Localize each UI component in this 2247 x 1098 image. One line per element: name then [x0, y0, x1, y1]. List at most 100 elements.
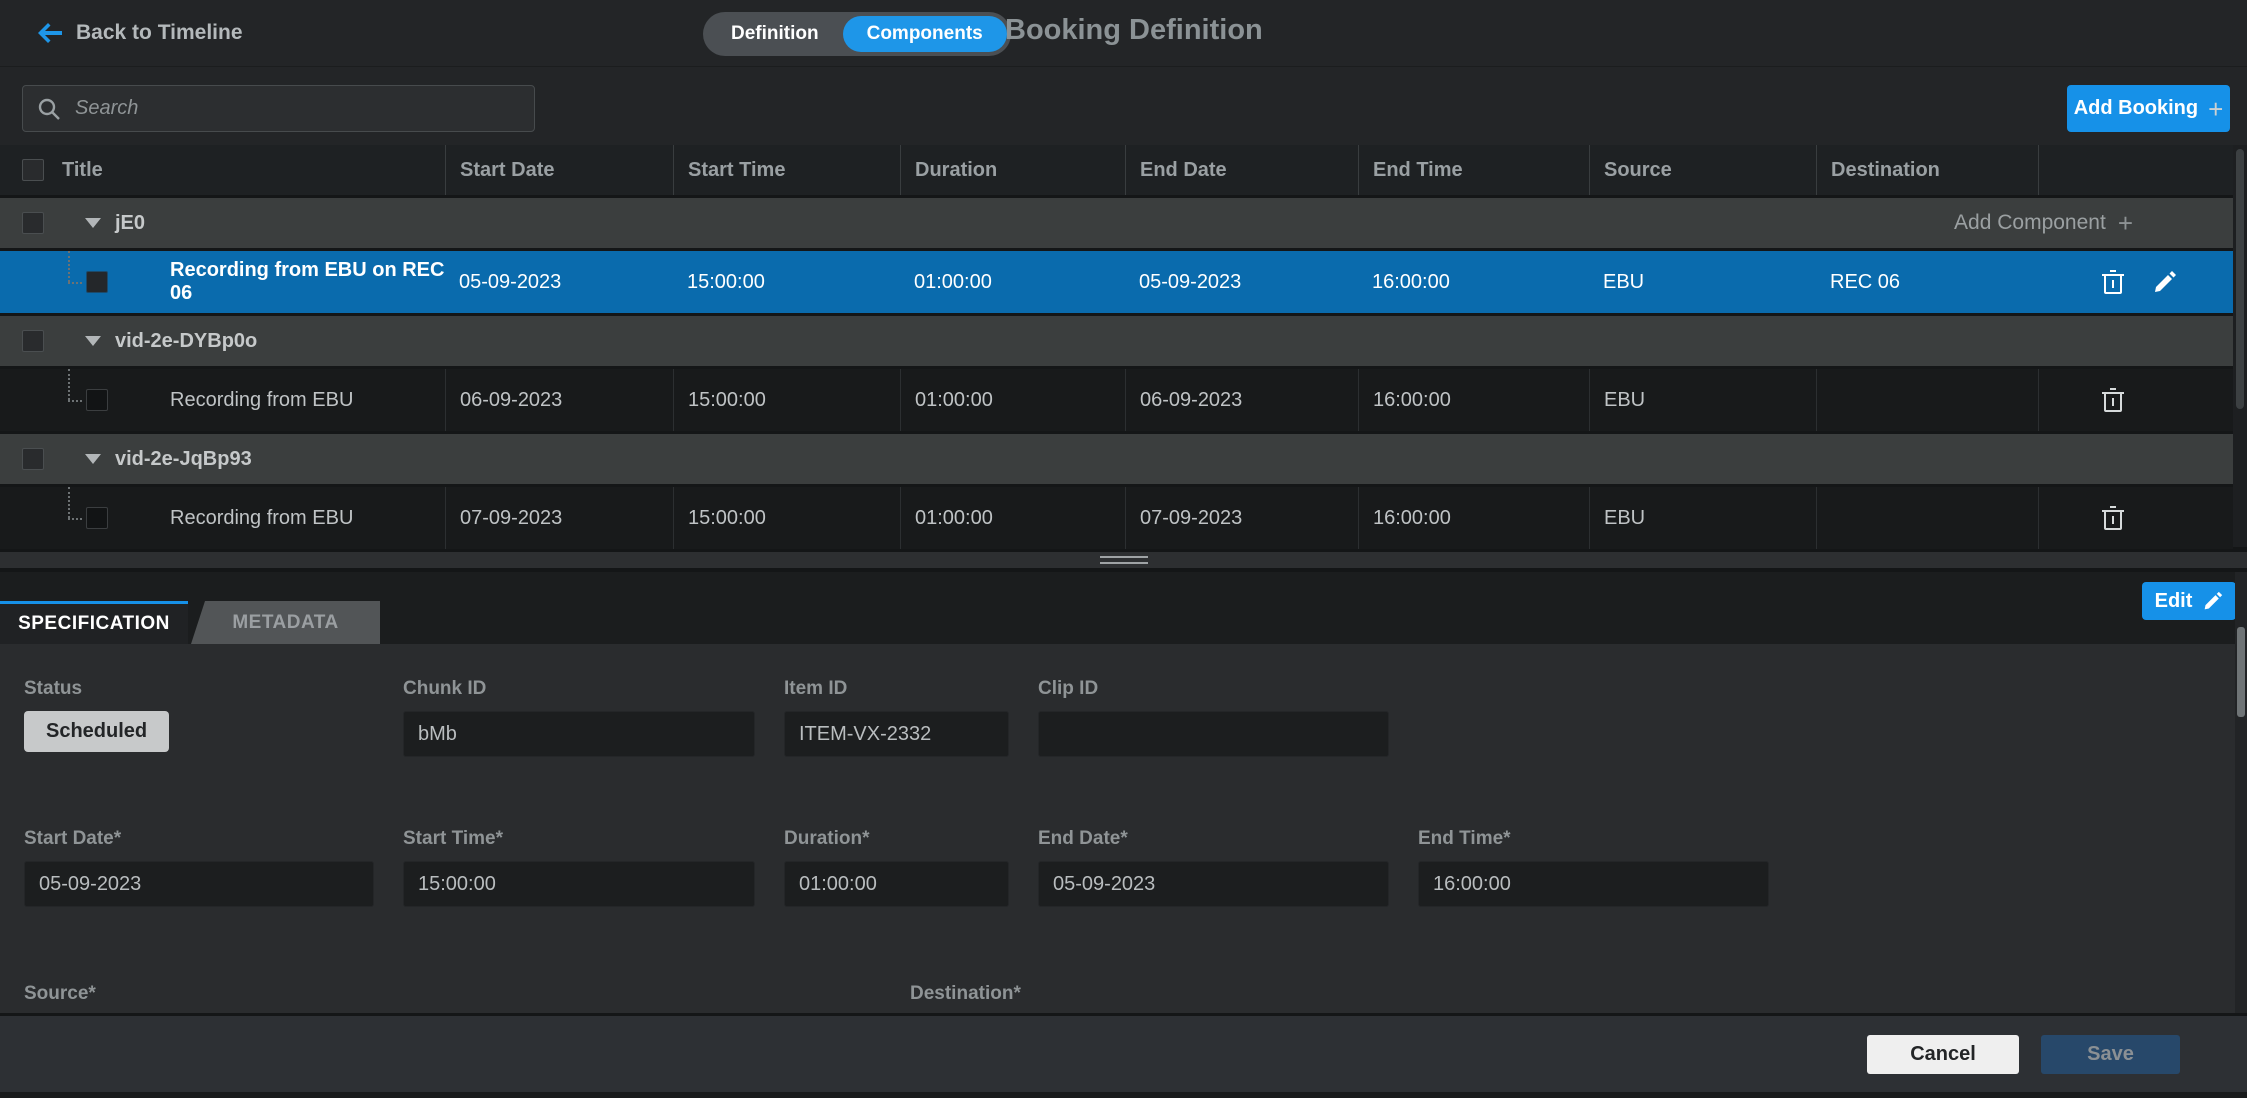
tab-definition[interactable]: Definition	[707, 16, 843, 52]
chunk-id-label: Chunk ID	[403, 678, 755, 700]
header-title: Title	[48, 145, 445, 195]
tab-metadata[interactable]: METADATA	[191, 601, 380, 644]
end-date-field[interactable]: 05-09-2023	[1038, 861, 1389, 907]
collapse-caret-icon[interactable]	[85, 454, 101, 464]
item-id-field[interactable]: ITEM-VX-2332	[784, 711, 1009, 757]
cell-destination	[1816, 487, 2038, 549]
bookings-table: Title Start Date Start Time Duration End…	[0, 145, 2247, 549]
footer-bar: Cancel Save	[0, 1016, 2247, 1092]
chunk-id-field[interactable]: bMb	[403, 711, 755, 757]
edit-button[interactable]: Edit	[2142, 582, 2236, 620]
cell-end-time: 16:00:00	[1358, 251, 1589, 313]
cell-duration: 01:00:00	[900, 251, 1125, 313]
cell-end-date: 06-09-2023	[1125, 369, 1358, 431]
component-checkbox[interactable]	[86, 507, 108, 529]
clip-id-field[interactable]	[1038, 711, 1389, 757]
add-booking-button[interactable]: Add Booking +	[2067, 85, 2230, 132]
top-bar: Back to Timeline Definition Components B…	[0, 0, 2247, 67]
scrollbar-thumb[interactable]	[2236, 149, 2244, 409]
status-badge: Scheduled	[24, 711, 169, 752]
group-name: jE0	[115, 212, 145, 235]
tab-specification[interactable]: SPECIFICATION	[0, 601, 188, 644]
header-destination: Destination	[1816, 145, 2038, 195]
delete-icon[interactable]	[2100, 387, 2126, 413]
bottom-strip	[0, 1092, 2247, 1098]
group-checkbox[interactable]	[22, 448, 44, 470]
app-window: Back to Timeline Definition Components B…	[0, 0, 2247, 1098]
detail-tabs: SPECIFICATION METADATA Edit	[0, 572, 2247, 644]
booking-group-vid-2e-DYBp0o[interactable]: vid-2e-DYBp0o	[0, 316, 2233, 366]
cell-end-time: 16:00:00	[1358, 487, 1589, 549]
group-checkbox[interactable]	[22, 212, 44, 234]
start-date-label: Start Date*	[24, 828, 374, 850]
group-name: vid-2e-DYBp0o	[115, 330, 257, 353]
item-id-label: Item ID	[784, 678, 1009, 700]
add-component-button[interactable]: Add Component +	[1954, 210, 2133, 236]
component-row[interactable]: Recording from EBU 06-09-2023 15:00:00 0…	[0, 369, 2233, 431]
tree-connector	[0, 251, 48, 313]
pencil-icon	[2203, 591, 2223, 611]
search-icon	[37, 97, 61, 121]
source-label: Source*	[24, 983, 878, 1005]
search-box[interactable]	[22, 85, 535, 132]
header-start-time: Start Time	[673, 145, 900, 195]
search-input[interactable]	[75, 97, 520, 120]
tree-connector	[0, 369, 48, 431]
component-checkbox[interactable]	[86, 271, 108, 293]
header-end-time: End Time	[1358, 145, 1589, 195]
cell-start-time: 15:00:00	[673, 369, 900, 431]
tree-connector	[0, 487, 48, 549]
status-label: Status	[24, 678, 374, 700]
add-booking-label: Add Booking	[2074, 97, 2198, 120]
cell-start-date: 06-09-2023	[445, 369, 673, 431]
table-header-row: Title Start Date Start Time Duration End…	[0, 145, 2233, 195]
cell-source: EBU	[1589, 251, 1816, 313]
end-date-label: End Date*	[1038, 828, 1389, 850]
specification-form: Status Scheduled Chunk ID bMb Item ID IT…	[0, 644, 2247, 1013]
back-to-timeline-button[interactable]: Back to Timeline	[38, 21, 243, 45]
collapse-caret-icon[interactable]	[85, 218, 101, 228]
booking-group-jE0[interactable]: jE0 Add Component +	[0, 198, 2233, 248]
panel-scrollbar[interactable]	[2235, 572, 2247, 1013]
start-time-label: Start Time*	[403, 828, 755, 850]
cell-start-time: 15:00:00	[673, 487, 900, 549]
plus-icon: +	[2118, 210, 2133, 236]
header-start-date: Start Date	[445, 145, 673, 195]
cell-source: EBU	[1589, 369, 1816, 431]
view-toggle: Definition Components	[703, 12, 1011, 56]
header-source: Source	[1589, 145, 1816, 195]
cancel-button[interactable]: Cancel	[1867, 1035, 2019, 1074]
table-scrollbar[interactable]	[2233, 145, 2247, 547]
component-row[interactable]: Recording from EBU 07-09-2023 15:00:00 0…	[0, 487, 2233, 549]
splitter-handle[interactable]	[0, 552, 2247, 568]
cell-source: EBU	[1589, 487, 1816, 549]
scrollbar-thumb[interactable]	[2237, 627, 2245, 717]
delete-icon[interactable]	[2100, 269, 2126, 295]
clip-id-label: Clip ID	[1038, 678, 1389, 700]
group-checkbox[interactable]	[22, 330, 44, 352]
tab-components[interactable]: Components	[843, 16, 1007, 52]
component-row-selected[interactable]: Recording from EBU on REC 06 05-09-2023 …	[0, 251, 2233, 313]
edit-icon[interactable]	[2152, 269, 2178, 295]
add-component-label: Add Component	[1954, 211, 2106, 235]
end-time-field[interactable]: 16:00:00	[1418, 861, 1769, 907]
cell-end-time: 16:00:00	[1358, 369, 1589, 431]
start-time-field[interactable]: 15:00:00	[403, 861, 755, 907]
cell-destination	[1816, 369, 2038, 431]
cell-start-date: 07-09-2023	[445, 487, 673, 549]
select-all-checkbox[interactable]	[22, 159, 44, 181]
cell-start-date: 05-09-2023	[445, 251, 673, 313]
header-duration: Duration	[900, 145, 1125, 195]
collapse-caret-icon[interactable]	[85, 336, 101, 346]
start-date-field[interactable]: 05-09-2023	[24, 861, 374, 907]
destination-label: Destination*	[910, 983, 1767, 1005]
duration-label: Duration*	[784, 828, 1009, 850]
delete-icon[interactable]	[2100, 505, 2126, 531]
booking-group-vid-2e-JqBp93[interactable]: vid-2e-JqBp93	[0, 434, 2233, 484]
duration-field[interactable]: 01:00:00	[784, 861, 1009, 907]
page-title: Booking Definition	[1005, 14, 1263, 47]
save-button[interactable]: Save	[2041, 1035, 2180, 1074]
end-time-label: End Time*	[1418, 828, 1769, 850]
cell-destination: REC 06	[1816, 251, 2038, 313]
component-checkbox[interactable]	[86, 389, 108, 411]
